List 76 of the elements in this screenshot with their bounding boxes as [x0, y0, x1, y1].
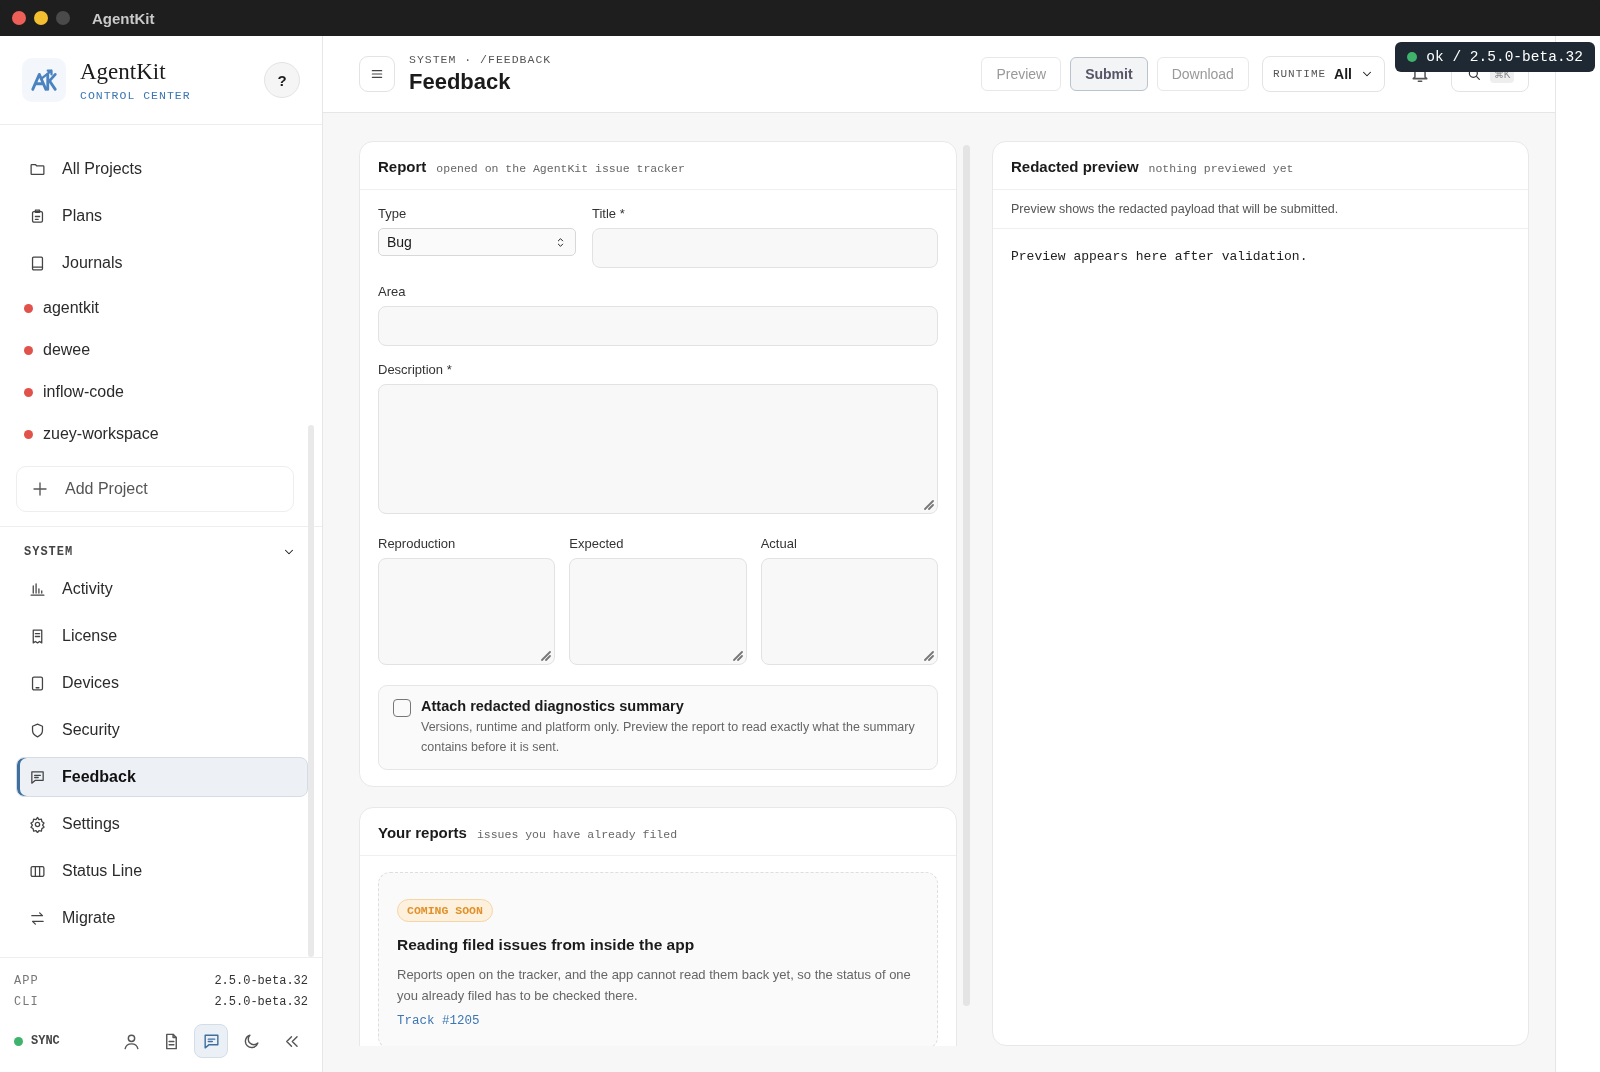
notice-title: Reading filed issues from inside the app [397, 936, 696, 954]
app-name: AgentKit [80, 58, 167, 85]
project-name[interactable]: inflow-code [43, 383, 124, 401]
close-button[interactable] [12, 11, 26, 25]
menu-button[interactable] [359, 56, 395, 92]
area-field[interactable] [378, 306, 938, 346]
chat-icon [29, 768, 46, 786]
status-badge: COMING SOON [397, 899, 493, 922]
field-label: Description * [378, 362, 453, 377]
clipboard-icon [29, 207, 46, 225]
swap-arrows-icon [29, 909, 46, 927]
card-subtitle: issues you have already filed [476, 828, 678, 841]
help-button[interactable]: ? [264, 62, 300, 98]
project-name[interactable]: zuey-workspace [43, 425, 159, 443]
resize-grip-icon [539, 649, 552, 661]
resize-grip-icon [730, 649, 743, 661]
card-subtitle: nothing previewed yet [1148, 162, 1294, 175]
minimize-button[interactable] [34, 11, 48, 25]
bar-chart-icon [29, 580, 46, 598]
sidebar-item[interactable]: Activity [16, 569, 308, 609]
version-value: 2.5.0-beta.32 [214, 994, 308, 1009]
track-link[interactable]: Track #1205 [397, 1014, 480, 1028]
page-title: Feedback [409, 69, 512, 95]
plus-icon [31, 480, 49, 498]
section-title: SYSTEM [24, 545, 74, 559]
resize-grip-icon [922, 498, 934, 510]
card-subtitle: opened on the AgentKit issue tracker [436, 162, 685, 175]
card-title: Report [378, 158, 427, 175]
settings-icon [29, 815, 46, 833]
sidebar-item[interactable]: Status Line [16, 851, 308, 891]
preview-note: Preview shows the redacted payload that will be submitted. [993, 190, 1528, 229]
book-icon [29, 254, 46, 272]
project-name[interactable]: dewee [43, 341, 91, 359]
field-label: Type [378, 206, 408, 221]
sync-label: SYNC [31, 1034, 60, 1048]
sidebar-item[interactable]: Journals [16, 243, 308, 283]
chat-icon [201, 1031, 221, 1051]
project-name[interactable]: agentkit [43, 299, 100, 317]
window-title: AgentKit [92, 9, 155, 27]
card-title: Redacted preview [1011, 158, 1139, 175]
sidebar-item[interactable]: Plans [16, 196, 308, 236]
tablet-icon [29, 674, 46, 692]
sidebar-item[interactable]: Devices [16, 663, 308, 703]
sidebar-item[interactable]: License [16, 616, 308, 656]
type-select[interactable]: Bug [378, 228, 576, 256]
field-label: Expected [569, 536, 625, 551]
title-field[interactable] [592, 228, 938, 268]
sidebar-item[interactable]: Migrate [16, 898, 308, 938]
card-title: Your reports [378, 824, 467, 841]
sidebar-item[interactable]: All Projects [16, 149, 308, 189]
action-button[interactable]: Submit [1070, 57, 1148, 91]
notice-text: Reports open on the tracker, and the app cannot read them back yet, so the status of one you already filed has to be checked there. [397, 966, 912, 1005]
sidebar-item[interactable]: Security [16, 710, 308, 750]
version-label: APP [14, 973, 39, 988]
add-project-button[interactable]: Add Project [16, 466, 294, 512]
app-subtitle: CONTROL CENTER [80, 88, 191, 102]
resize-grip-icon [922, 649, 934, 661]
maximize-button[interactable] [56, 11, 70, 25]
version-label: CLI [14, 994, 39, 1009]
scrollbar[interactable] [308, 425, 314, 957]
checkbox[interactable] [393, 699, 411, 717]
version-value: 2.5.0-beta.32 [214, 973, 308, 988]
field-label: Reproduction [378, 536, 457, 551]
preview-text: Preview appears here after validation. [1010, 248, 1309, 266]
field-label: Title * [592, 206, 626, 221]
field-label: Area [378, 284, 407, 299]
runtime-dropdown[interactable]: RUNTIME All [1261, 56, 1385, 92]
sidebar-item[interactable]: Settings [16, 804, 308, 844]
shield-icon [29, 721, 46, 739]
user-icon [121, 1031, 141, 1051]
breadcrumb: SYSTEM · /FEEDBACK [409, 53, 552, 66]
chat-button[interactable] [194, 1024, 228, 1058]
checkbox-description: Versions, runtime and platform only. Preview the report to read exactly what the summary contains before it is sent. [421, 719, 916, 756]
checkbox-label: Attach redacted diagnostics summary [421, 698, 685, 714]
sidebar-item[interactable]: Feedback [16, 757, 308, 797]
field-label: Actual [760, 536, 798, 551]
